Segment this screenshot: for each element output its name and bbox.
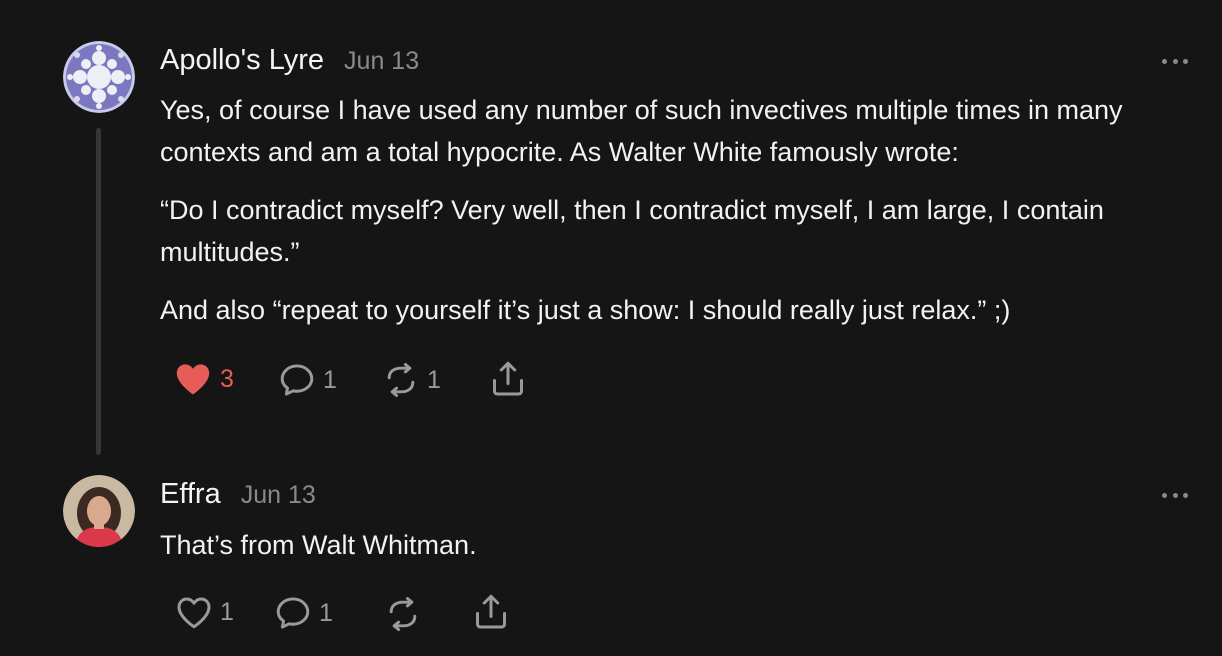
heart-icon: [176, 364, 210, 395]
comment-item: Effra Jun 13 That’s from Walt Whitman. 1…: [0, 460, 1222, 656]
heart-icon: [177, 597, 211, 629]
comment-item: Apollo's Lyre Jun 13 Yes, of course I ha…: [0, 0, 1222, 460]
share-button[interactable]: [491, 361, 525, 397]
reply-count: 1: [319, 598, 333, 627]
author-name[interactable]: Effra: [160, 478, 221, 511]
avatar[interactable]: [63, 475, 135, 547]
share-button[interactable]: [474, 594, 508, 630]
share-icon: [476, 594, 506, 629]
restack-button[interactable]: 1: [383, 363, 441, 397]
share-icon: [493, 361, 523, 396]
more-options-icon[interactable]: [1162, 57, 1188, 65]
restack-count: 1: [427, 365, 441, 394]
comment-bubble-icon: [276, 597, 310, 629]
comment-paragraph: That’s from Walt Whitman.: [160, 530, 477, 560]
comment-paragraph: And also “repeat to yourself it’s just a…: [160, 295, 1011, 325]
reply-button[interactable]: 1: [279, 363, 337, 397]
restack-button[interactable]: [385, 597, 421, 631]
comment-header: Effra Jun 13: [160, 478, 316, 511]
thread-line: [96, 128, 101, 455]
like-count: 3: [220, 364, 234, 393]
like-button[interactable]: 3: [174, 362, 234, 396]
more-options-icon[interactable]: [1162, 491, 1188, 499]
fractal-avatar-icon: [63, 41, 135, 113]
comment-date[interactable]: Jun 13: [344, 47, 419, 76]
author-name[interactable]: Apollo's Lyre: [160, 44, 324, 77]
restack-icon: [387, 363, 415, 397]
comment-date[interactable]: Jun 13: [241, 481, 316, 510]
reply-count: 1: [323, 365, 337, 394]
comment-header: Apollo's Lyre Jun 13: [160, 44, 419, 77]
comment-paragraph: Yes, of course I have used any number of…: [160, 95, 1123, 167]
comment-body: That’s from Walt Whitman.: [160, 524, 1190, 582]
comment-body: Yes, of course I have used any number of…: [160, 89, 1190, 347]
like-count: 1: [220, 598, 234, 626]
restack-icon: [389, 597, 417, 631]
avatar[interactable]: [63, 41, 135, 113]
comment-paragraph: “Do I contradict myself? Very well, then…: [160, 195, 1104, 267]
like-button[interactable]: 1: [176, 596, 234, 629]
reply-button[interactable]: 1: [275, 596, 333, 630]
profile-photo: [63, 475, 135, 547]
comment-bubble-icon: [280, 364, 314, 396]
